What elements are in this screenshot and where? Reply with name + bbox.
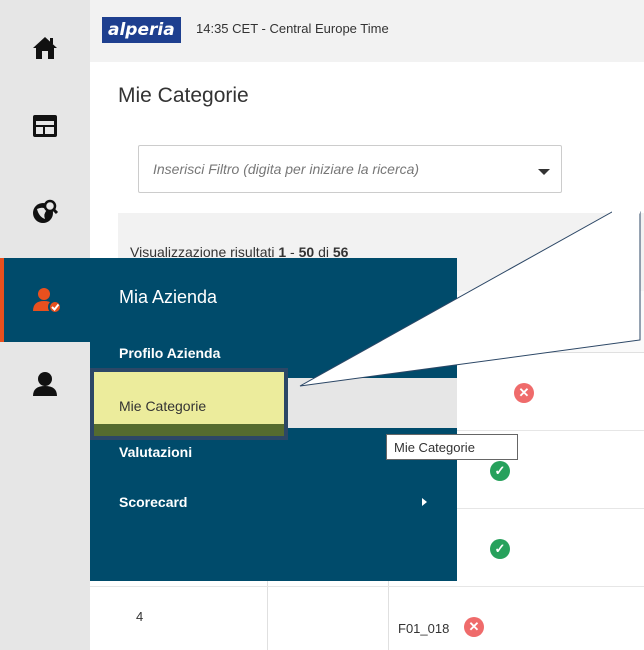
menu-item-scorecard[interactable]: Scorecard <box>119 494 187 510</box>
app-root: alperia 14:35 CET - Central Europe Time … <box>0 0 644 650</box>
dashboard-icon <box>33 115 57 137</box>
top-bar: alperia 14:35 CET - Central Europe Time <box>90 0 644 62</box>
highlight-band <box>94 424 284 436</box>
column-divider <box>267 587 268 650</box>
current-time: 14:35 CET - Central Europe Time <box>196 21 389 36</box>
filter-select[interactable]: Inserisci Filtro (digita per iniziare la… <box>138 145 562 193</box>
home-icon <box>33 37 57 59</box>
filter-placeholder: Inserisci Filtro (digita per iniziare la… <box>153 161 420 177</box>
alperia-logo[interactable]: alperia <box>102 17 181 43</box>
rail-item-user[interactable] <box>0 342 90 426</box>
table-row[interactable]: 4 F01_018 ✕ <box>90 587 644 650</box>
user-icon <box>33 372 57 396</box>
rail-item-home[interactable] <box>0 6 90 90</box>
globe-search-icon <box>33 199 59 223</box>
menu-item-my-categories[interactable]: Mie Categorie <box>90 368 288 440</box>
icon-rail <box>0 0 90 650</box>
page-title: Mie Categorie <box>118 84 249 107</box>
ok-status-icon: ✓ <box>490 539 510 559</box>
category-code: F01_018 <box>398 621 450 636</box>
error-status-icon: ✕ <box>514 383 534 403</box>
rail-item-dashboard[interactable] <box>0 84 90 168</box>
chevron-right-icon <box>422 498 427 506</box>
rail-item-my-company[interactable] <box>0 258 90 342</box>
caret-down-icon[interactable] <box>538 169 550 175</box>
error-status-icon: ✕ <box>464 617 484 637</box>
menu-item-evaluations[interactable]: Valutazioni <box>119 444 192 460</box>
rail-item-search[interactable] <box>0 170 90 254</box>
user-check-icon <box>33 288 62 314</box>
menu-item-label: Mie Categorie <box>119 398 207 414</box>
column-divider <box>388 587 389 650</box>
menu-item-company-profile[interactable]: Profilo Azienda <box>119 345 220 361</box>
row-number: 4 <box>136 609 144 624</box>
ok-status-icon: ✓ <box>490 461 510 481</box>
menu-heading: Mia Azienda <box>119 287 218 307</box>
tooltip: Mie Categorie <box>386 434 518 460</box>
